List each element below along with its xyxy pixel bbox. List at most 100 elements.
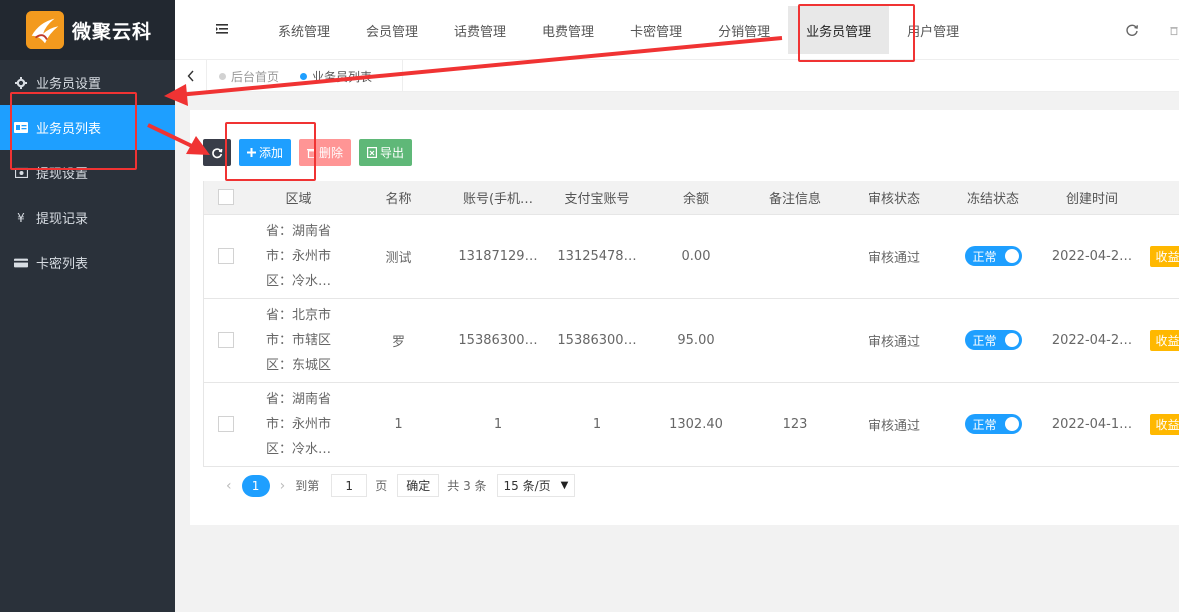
page-size-select[interactable]: 15 条/页 ▼ xyxy=(496,474,576,497)
col-header[interactable]: 冻结状态 xyxy=(943,181,1043,215)
tab-salesman-list[interactable]: 业务员列表 xyxy=(300,60,404,92)
note-cell xyxy=(745,298,845,383)
top-bar: 系统管理 会员管理 话费管理 电费管理 卡密管理 分销管理 业务员管理 用户管理 xyxy=(175,0,1179,60)
logo[interactable]: 微聚云科 xyxy=(0,0,175,60)
audit-status-cell: 审核通过 xyxy=(844,298,944,383)
note-cell: 123 xyxy=(745,382,845,467)
region-district: 区：东城区 xyxy=(265,357,331,373)
row-checkbox[interactable] xyxy=(218,332,235,348)
annotation-box-nav-salesman xyxy=(798,4,915,62)
earnings-button[interactable]: 收益 xyxy=(1150,245,1179,267)
freeze-toggle[interactable]: 正常 xyxy=(964,330,1022,350)
delete-button-label: 删除 xyxy=(319,146,344,160)
freeze-toggle[interactable]: 正常 xyxy=(964,414,1022,434)
caret-down-icon: ▼ xyxy=(560,480,569,491)
col-header[interactable]: 名称 xyxy=(348,181,449,215)
trash-icon[interactable] xyxy=(1169,23,1179,37)
freeze-cell: 正常 xyxy=(943,382,1043,467)
name-cell: 罗 xyxy=(348,298,449,383)
sidebar-item-card-list[interactable]: 卡密列表 xyxy=(0,240,175,285)
table-row[interactable]: 省：湖南省 市：永州市 区：冷水… 测试 13187129… 13125478…… xyxy=(203,214,1179,299)
nav-card-secret[interactable]: 卡密管理 xyxy=(612,0,700,60)
menu-toggle-icon[interactable] xyxy=(215,22,229,36)
page-label: 页 xyxy=(375,479,388,493)
name-cell: 测试 xyxy=(348,214,449,299)
col-header[interactable]: 创建时间 xyxy=(1042,181,1142,215)
table-header-row: 区域 名称 账号(手机… 支付宝账号 余额 备注信息 审核状态 冻结状态 创建时… xyxy=(203,181,1179,215)
col-header[interactable]: 支付宝账号 xyxy=(547,181,647,215)
balance-cell: 0.00 xyxy=(646,214,746,299)
region-cell: 省：北京市 市：市辖区 区：东城区 xyxy=(248,298,349,383)
gear-icon xyxy=(14,76,28,89)
table-row[interactable]: 省：湖南省 市：永州市 区：冷水… 1 1 1 1302.40 123 审核通过… xyxy=(203,382,1179,467)
annotation-box-sidebar-list xyxy=(10,92,137,170)
sidebar-item-label: 业务员设置 xyxy=(36,77,102,92)
account-cell: 15386300… xyxy=(448,298,548,383)
alipay-cell: 13125478… xyxy=(547,214,647,299)
nav-electric-bill[interactable]: 电费管理 xyxy=(524,0,612,60)
nav-phone-bill[interactable]: 话费管理 xyxy=(436,0,524,60)
export-button-label: 导出 xyxy=(380,146,405,160)
nav-distribution[interactable]: 分销管理 xyxy=(700,0,788,60)
region-district: 区：冷水… xyxy=(265,441,331,457)
region-city: 市：永州市 xyxy=(265,248,331,264)
freeze-cell: 正常 xyxy=(943,298,1043,383)
col-header[interactable]: 备注信息 xyxy=(745,181,845,215)
total-count: 共 3 条 xyxy=(447,479,487,493)
account-cell: 13187129… xyxy=(448,214,548,299)
select-all-cell[interactable] xyxy=(203,181,249,215)
balance-cell: 1302.40 xyxy=(646,382,746,467)
logo-text: 微聚云科 xyxy=(72,20,153,43)
goto-page-input[interactable]: 1 xyxy=(331,474,368,497)
select-all-checkbox[interactable] xyxy=(218,189,235,206)
nav-member[interactable]: 会员管理 xyxy=(348,0,436,60)
annotation-box-add-button xyxy=(225,122,316,181)
tab-dot xyxy=(300,72,307,80)
created-cell: 2022-04-1… xyxy=(1042,382,1142,467)
refresh-icon[interactable] xyxy=(1125,23,1139,37)
goto-confirm-button[interactable]: 确定 xyxy=(397,474,440,497)
alipay-cell: 15386300… xyxy=(547,298,647,383)
logo-mark-icon xyxy=(26,11,64,49)
next-page-icon[interactable]: › xyxy=(280,478,286,494)
row-checkbox[interactable] xyxy=(218,248,235,264)
freeze-cell: 正常 xyxy=(943,214,1043,299)
pagination: ‹ 1 › 到第 1 页 确定 共 3 条 15 条/页 ▼ xyxy=(216,474,576,497)
goto-label: 到第 xyxy=(295,479,320,493)
audit-status-cell: 审核通过 xyxy=(844,382,944,467)
row-checkbox[interactable] xyxy=(218,416,235,432)
earnings-button[interactable]: 收益 xyxy=(1150,413,1179,435)
action-cell: 收益 xyxy=(1141,382,1179,467)
salesman-table: 区域 名称 账号(手机… 支付宝账号 余额 备注信息 审核状态 冻结状态 创建时… xyxy=(203,181,1179,467)
col-header[interactable]: 账号(手机… xyxy=(448,181,548,215)
region-province: 省：湖南省 xyxy=(265,391,331,407)
col-header[interactable]: 区域 xyxy=(248,181,349,215)
balance-cell: 95.00 xyxy=(646,298,746,383)
action-cell: 收益 xyxy=(1141,214,1179,299)
col-header[interactable]: 审核状态 xyxy=(844,181,944,215)
col-header[interactable]: 余额 xyxy=(646,181,746,215)
nav-system[interactable]: 系统管理 xyxy=(260,0,348,60)
sidebar-item-withdraw-records[interactable]: ¥ 提现记录 xyxy=(0,195,175,240)
tab-dot xyxy=(219,72,226,80)
alipay-cell: 1 xyxy=(547,382,647,467)
freeze-toggle-label: 正常 xyxy=(972,333,997,348)
toggle-knob xyxy=(1004,249,1019,263)
table-row[interactable]: 省：北京市 市：市辖区 区：东城区 罗 15386300… 15386300… … xyxy=(203,298,1179,383)
earnings-button[interactable]: 收益 xyxy=(1150,329,1179,351)
chevron-left-icon xyxy=(187,70,194,82)
freeze-toggle[interactable]: 正常 xyxy=(964,246,1022,266)
sidebar-item-label: 提现记录 xyxy=(36,212,89,227)
prev-page-icon[interactable]: ‹ xyxy=(226,478,232,494)
tab-label: 业务员列表 xyxy=(312,69,373,84)
created-cell: 2022-04-2… xyxy=(1042,298,1142,383)
region-province: 省：湖南省 xyxy=(265,223,331,239)
note-cell xyxy=(745,214,845,299)
tab-scroll-left[interactable] xyxy=(175,60,207,92)
region-cell: 省：湖南省 市：永州市 区：冷水… xyxy=(248,214,349,299)
region-city: 市：永州市 xyxy=(265,416,331,432)
export-button[interactable]: 导出 xyxy=(359,139,413,166)
current-page[interactable]: 1 xyxy=(241,474,270,497)
tab-home[interactable]: 后台首页 xyxy=(219,60,279,92)
page-size-value: 15 条/页 xyxy=(503,479,551,493)
